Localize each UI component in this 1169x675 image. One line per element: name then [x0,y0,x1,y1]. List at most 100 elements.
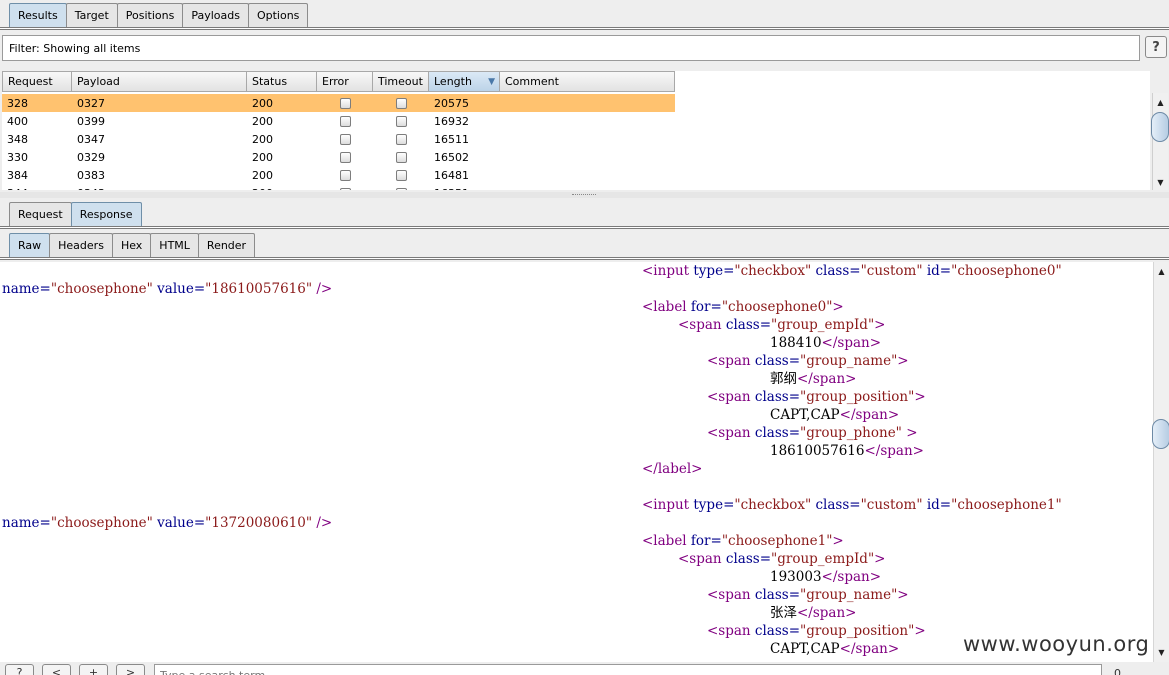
scroll-up-icon[interactable]: ▲ [1153,95,1168,109]
cell-timeout-checkbox[interactable] [373,94,429,112]
table-row[interactable]: 400 0399 200 16932 [2,112,675,130]
col-timeout[interactable]: Timeout [373,71,429,92]
cell-error-checkbox[interactable] [317,148,373,166]
code-text: 郭纲 [770,371,797,387]
cell-status: 200 [252,132,273,146]
tab-request[interactable]: Request [9,202,72,226]
checkbox[interactable] [339,151,351,163]
search-next-button[interactable]: > [116,664,145,675]
code-line: <span class="group_name"> [707,586,909,604]
code-text: 张泽 [770,605,797,621]
code-attr: type= [689,497,735,513]
code-line: <label for="choosephone0"> [642,298,844,316]
col-request[interactable]: Request [2,71,72,92]
scroll-down-icon[interactable]: ▼ [1153,175,1168,189]
table-row[interactable]: 384 0383 200 16481 [2,166,675,184]
checkbox[interactable] [339,97,351,109]
scroll-down-icon[interactable]: ▼ [1154,645,1169,659]
code-tag: <input [642,263,690,279]
tab-html[interactable]: HTML [150,233,199,257]
cell-comment [500,148,675,166]
tab-payloads[interactable]: Payloads [182,3,249,27]
tab-results[interactable]: Results [9,3,67,27]
code-tag: > [832,299,844,315]
code-line: <span class="group_position"> [707,388,926,406]
cell-status: 200 [252,114,273,128]
scroll-thumb[interactable] [1151,112,1169,142]
code-tag: <label [642,533,687,549]
tab-options[interactable]: Options [247,3,309,27]
cell-timeout-checkbox[interactable] [373,130,429,148]
col-error[interactable]: Error [317,71,373,92]
search-help-button[interactable]: ? [5,664,34,675]
cell-status: 200 [252,150,273,164]
code-attr: class= [750,587,801,603]
tab-hex[interactable]: Hex [111,233,152,257]
table-row[interactable]: 3440343200 16351 [2,184,675,190]
response-scrollbar[interactable]: ▲ ▼ [1152,262,1169,662]
tab-response[interactable]: Response [70,202,142,226]
cell-timeout-checkbox[interactable] [373,148,429,166]
col-length[interactable]: Length ▼ [429,71,500,92]
table-row[interactable]: 348 0347 200 16511 [2,130,675,148]
code-value: "choosephone" [50,515,153,531]
response-raw-view[interactable]: <input type= "checkbox" class= "custom" id… [0,262,1153,662]
filter-bar[interactable]: Filter: Showing all items [2,35,1140,61]
cell-timeout-checkbox[interactable] [373,184,429,190]
cell-timeout-checkbox[interactable] [373,166,429,184]
code-value: "checkbox" [734,263,812,279]
col-payload[interactable]: Payload [72,71,247,92]
checkbox[interactable] [395,115,407,127]
code-attr: id= [922,497,952,513]
checkbox[interactable] [395,97,407,109]
search-prev-button[interactable]: < [42,664,71,675]
code-tag: /> [316,281,333,297]
cell-request: 384 [7,168,28,182]
checkbox[interactable] [339,115,351,127]
cell-error-checkbox[interactable] [317,112,373,130]
tab-raw[interactable]: Raw [9,233,51,257]
code-tag: <span [707,425,751,441]
code-value: "group_position" [800,623,915,639]
code-value: "choosephone" [50,281,153,297]
view-tab-divider [0,257,1169,260]
checkbox[interactable] [339,187,351,190]
tab-headers[interactable]: Headers [49,233,113,257]
scroll-up-icon[interactable]: ▲ [1154,264,1169,278]
tab-target[interactable]: Target [65,3,118,27]
tab-positions[interactable]: Positions [116,3,184,27]
cell-error-checkbox[interactable] [317,94,373,112]
tab-render[interactable]: Render [197,233,256,257]
code-value: "group_empId" [771,317,875,333]
search-input[interactable] [154,664,1102,675]
code-tag: > [897,587,909,603]
scroll-thumb[interactable] [1152,419,1169,449]
code-value: "custom" [860,497,923,513]
tab-divider [0,27,1169,30]
checkbox[interactable] [395,169,407,181]
cell-error-checkbox[interactable] [317,166,373,184]
checkbox[interactable] [339,133,351,145]
sort-descending-icon: ▼ [488,76,495,87]
code-tag: </span> [797,605,857,621]
col-comment[interactable]: Comment [500,71,675,92]
col-status[interactable]: Status [247,71,317,92]
table-row[interactable]: 328 0327 200 20575 [2,94,675,112]
help-button[interactable]: ? [1145,36,1167,58]
cell-error-checkbox[interactable] [317,184,373,190]
search-add-button[interactable]: + [79,664,108,675]
checkbox[interactable] [395,151,407,163]
pane-splitter[interactable] [0,192,1169,198]
checkbox[interactable] [339,169,351,181]
code-tag: <span [707,353,751,369]
cell-error-checkbox[interactable] [317,130,373,148]
col-length-label: Length [434,75,472,88]
cell-length: 16351 [429,184,500,191]
table-row[interactable]: 330 0329 200 16502 [2,148,675,166]
cell-payload: 0327 [77,96,105,110]
checkbox[interactable] [395,133,407,145]
checkbox[interactable] [395,187,407,190]
table-scrollbar[interactable]: ▲ ▼ [1151,93,1169,190]
cell-timeout-checkbox[interactable] [373,112,429,130]
code-text: 193003 [770,569,822,585]
